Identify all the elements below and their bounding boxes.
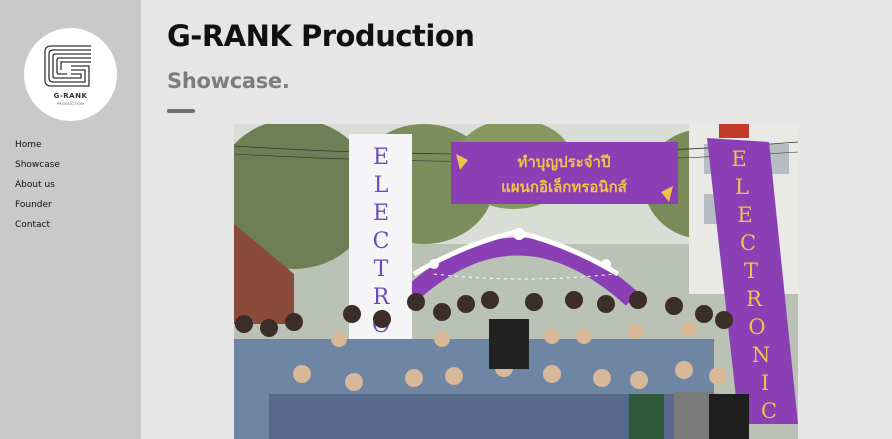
banner-right-letter: E	[731, 147, 746, 171]
banner-left-letter: E	[373, 145, 389, 170]
sidebar: G-RANK PRODUCTION Home Showcase About us…	[0, 0, 141, 439]
banner-right-letter: O	[748, 315, 765, 339]
logo-tagline: PRODUCTION	[56, 102, 85, 106]
nav-item-contact[interactable]: Contact	[15, 219, 60, 239]
banner-right-letter: C	[740, 231, 756, 255]
banner-top-line: แผนกอิเล็กทรอนิกส์	[501, 177, 627, 196]
banner-right-letter: E	[737, 203, 752, 227]
page-title: G-RANK Production	[167, 19, 475, 53]
logo[interactable]: G-RANK PRODUCTION	[24, 28, 117, 121]
group-photo-illustration: E L E C T R O ทำบุญประจำปี แผนกอิเล็กทรอ…	[234, 124, 798, 439]
banner-right-letter: L	[735, 175, 749, 199]
banner-left-letter: L	[374, 173, 389, 198]
nav-item-home[interactable]: Home	[15, 139, 60, 159]
title-underline	[167, 109, 195, 113]
banner-right-letter: I	[761, 371, 769, 395]
nav-item-showcase[interactable]: Showcase	[15, 159, 60, 179]
banner-top-line: ทำบุญประจำปี	[518, 153, 611, 172]
showcase-photo: E L E C T R O ทำบุญประจำปี แผนกอิเล็กทรอ…	[234, 124, 798, 439]
banner-right-letter: T	[744, 259, 758, 283]
banner-left-letter: C	[373, 229, 390, 254]
banner-right-letter: C	[761, 399, 777, 423]
banner-left-letter: T	[374, 257, 389, 282]
logo-name: G-RANK	[53, 92, 88, 100]
banner-left-letter: R	[373, 285, 391, 310]
nav-item-about-us[interactable]: About us	[15, 179, 60, 199]
banner-left-letter: E	[373, 201, 389, 226]
g-rank-logo-icon	[44, 45, 91, 87]
main-nav: Home Showcase About us Founder Contact	[15, 139, 60, 239]
banner-right-letter: N	[752, 343, 770, 367]
section-title: Showcase.	[167, 69, 290, 93]
nav-item-founder[interactable]: Founder	[15, 199, 60, 219]
banner-right-letter: R	[746, 287, 763, 311]
